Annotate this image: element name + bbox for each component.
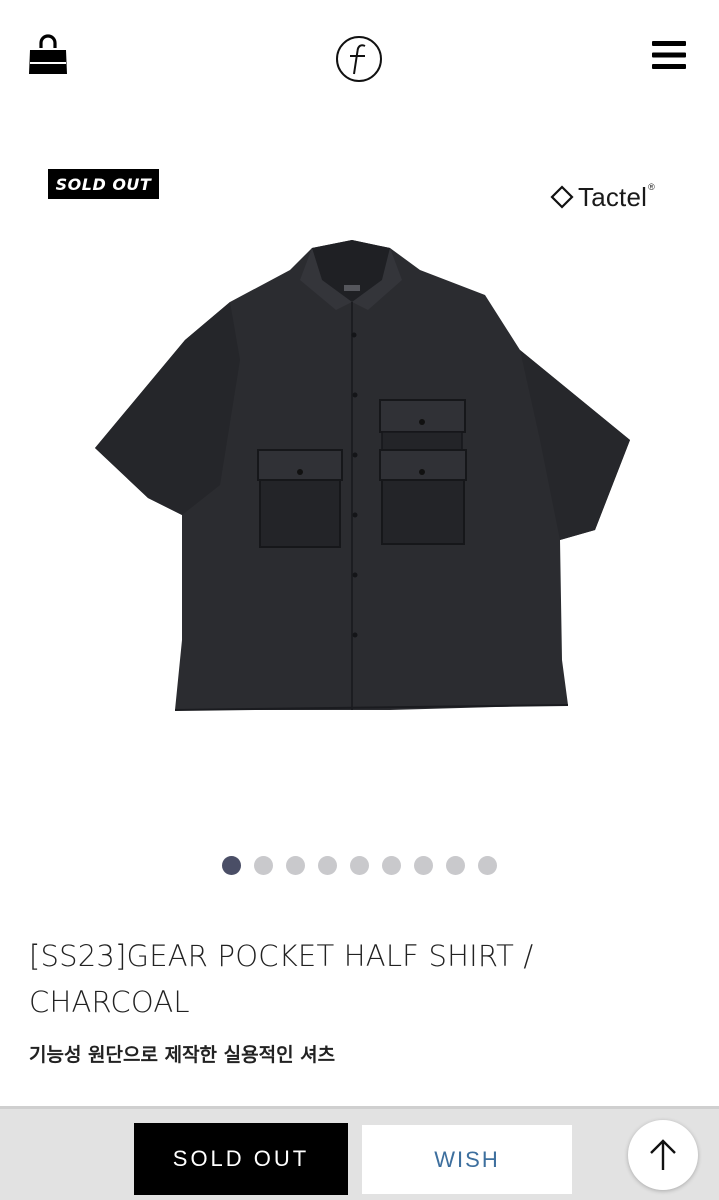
hamburger-menu-icon[interactable]: [652, 40, 686, 70]
shopping-bag-icon[interactable]: [28, 34, 68, 76]
pagination-dot-2[interactable]: [254, 856, 273, 875]
product-title: [SS23]GEAR POCKET HALF SHIRT / CHARCOAL: [29, 939, 534, 1019]
pagination-dot-7[interactable]: [414, 856, 433, 875]
pagination-dot-4[interactable]: [318, 856, 337, 875]
diamond-icon: [550, 185, 574, 209]
pagination-dot-6[interactable]: [382, 856, 401, 875]
shirt-product-image[interactable]: [90, 240, 635, 720]
sold-out-badge: SOLD OUT: [48, 169, 159, 199]
image-pagination-dots: [0, 856, 719, 876]
scroll-to-top-button[interactable]: [628, 1120, 698, 1190]
pagination-dot-9[interactable]: [478, 856, 497, 875]
header: [0, 0, 719, 120]
pagination-dot-5[interactable]: [350, 856, 369, 875]
bottom-action-bar: [0, 1106, 719, 1200]
brand-logo-icon[interactable]: [334, 34, 384, 84]
wish-button[interactable]: WISH: [362, 1125, 572, 1194]
tactel-logo: Tactel®: [550, 180, 655, 214]
product-subtitle: 기능성 원단으로 제작한 실용적인 셔츠: [29, 1044, 336, 1066]
pagination-dot-8[interactable]: [446, 856, 465, 875]
tactel-text: Tactel®: [578, 181, 655, 212]
sold-out-button[interactable]: SOLD OUT: [134, 1123, 348, 1195]
arrow-up-icon: [650, 1139, 676, 1170]
pagination-dot-3[interactable]: [286, 856, 305, 875]
pagination-dot-1[interactable]: [222, 856, 241, 875]
